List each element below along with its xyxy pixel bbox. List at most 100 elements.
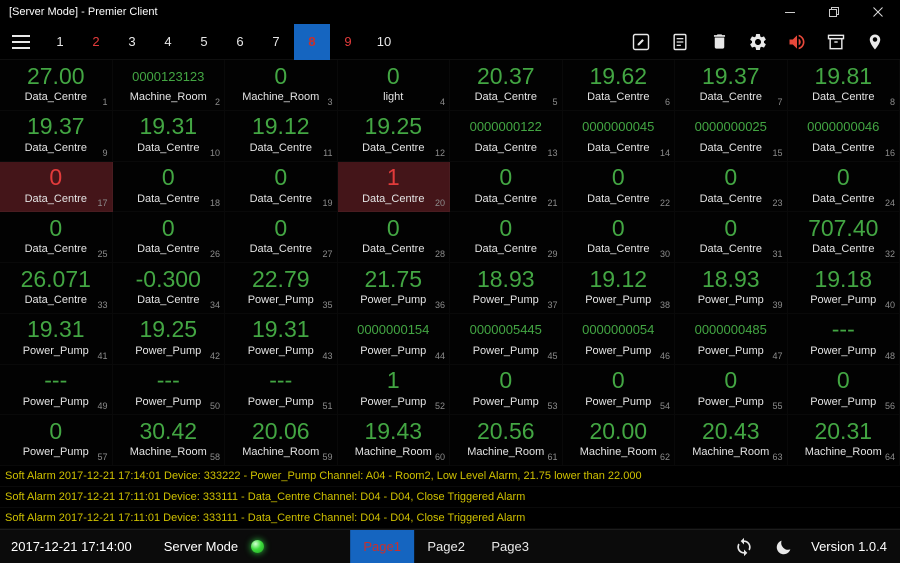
grid-cell-63[interactable]: 20.43 Machine_Room 63 — [675, 415, 788, 466]
grid-cell-13[interactable]: 0000000122 Data_Centre 13 — [450, 111, 563, 162]
grid-cell-40[interactable]: 19.18 Power_Pump 40 — [788, 263, 900, 314]
grid-cell-35[interactable]: 22.79 Power_Pump 35 — [225, 263, 338, 314]
cell-index: 25 — [97, 249, 108, 259]
grid-cell-18[interactable]: 0 Data_Centre 18 — [113, 162, 226, 213]
delete-button[interactable] — [708, 31, 730, 53]
grid-cell-19[interactable]: 0 Data_Centre 19 — [225, 162, 338, 213]
grid-cell-61[interactable]: 20.56 Machine_Room 61 — [450, 415, 563, 466]
grid-cell-2[interactable]: 0000123123 Machine_Room 2 — [113, 60, 226, 111]
grid-cell-1[interactable]: 27.00 Data_Centre 1 — [0, 60, 113, 111]
grid-cell-24[interactable]: 0 Data_Centre 24 — [788, 162, 900, 213]
tab-page1[interactable]: Page1 — [350, 530, 415, 563]
grid-cell-44[interactable]: 0000000154 Power_Pump 44 — [338, 314, 451, 365]
page-button-10[interactable]: 10 — [366, 24, 402, 60]
grid-cell-47[interactable]: 0000000485 Power_Pump 47 — [675, 314, 788, 365]
grid-cell-53[interactable]: 0 Power_Pump 53 — [450, 365, 563, 416]
grid-cell-33[interactable]: 26.071 Data_Centre 33 — [0, 263, 113, 314]
grid-cell-28[interactable]: 0 Data_Centre 28 — [338, 212, 451, 263]
cell-value: 0000000054 — [582, 322, 655, 338]
grid-cell-59[interactable]: 20.06 Machine_Room 59 — [225, 415, 338, 466]
grid-cell-54[interactable]: 0 Power_Pump 54 — [563, 365, 676, 416]
grid-cell-9[interactable]: 19.37 Data_Centre 9 — [0, 111, 113, 162]
page-button-7[interactable]: 7 — [258, 24, 294, 60]
menu-button[interactable] — [0, 24, 42, 60]
grid-cell-30[interactable]: 0 Data_Centre 30 — [563, 212, 676, 263]
grid-cell-10[interactable]: 19.31 Data_Centre 10 — [113, 111, 226, 162]
grid-cell-43[interactable]: 19.31 Power_Pump 43 — [225, 314, 338, 365]
grid-cell-23[interactable]: 0 Data_Centre 23 — [675, 162, 788, 213]
grid-cell-26[interactable]: 0 Data_Centre 26 — [113, 212, 226, 263]
grid-cell-3[interactable]: 0 Machine_Room 3 — [225, 60, 338, 111]
page-button-9[interactable]: 9 — [330, 24, 366, 60]
page-button-4[interactable]: 4 — [150, 24, 186, 60]
tab-page3[interactable]: Page3 — [478, 530, 542, 563]
grid-cell-37[interactable]: 18.93 Power_Pump 37 — [450, 263, 563, 314]
grid-cell-36[interactable]: 21.75 Power_Pump 36 — [338, 263, 451, 314]
cell-index: 18 — [209, 198, 220, 209]
page-button-1[interactable]: 1 — [42, 24, 78, 60]
page-button-3[interactable]: 3 — [114, 24, 150, 60]
grid-cell-17[interactable]: 0 Data_Centre 17 — [0, 161, 113, 213]
cell-value: 21.75 — [364, 265, 423, 292]
grid-cell-32[interactable]: 707.40 Data_Centre 32 — [788, 212, 900, 263]
grid-cell-31[interactable]: 0 Data_Centre 31 — [675, 212, 788, 263]
grid-cell-8[interactable]: 19.81 Data_Centre 8 — [788, 60, 900, 111]
cell-value: 19.43 — [364, 417, 423, 444]
grid-cell-49[interactable]: --- Power_Pump 49 — [0, 365, 113, 416]
night-mode-button[interactable] — [773, 536, 795, 558]
grid-cell-39[interactable]: 18.93 Power_Pump 39 — [675, 263, 788, 314]
tab-page2[interactable]: Page2 — [414, 530, 478, 563]
grid-cell-62[interactable]: 20.00 Machine_Room 62 — [563, 415, 676, 466]
grid-cell-4[interactable]: 0 light 4 — [338, 60, 451, 111]
grid-cell-25[interactable]: 0 Data_Centre 25 — [0, 212, 113, 263]
settings-button[interactable] — [747, 31, 769, 53]
grid-cell-60[interactable]: 19.43 Machine_Room 60 — [338, 415, 451, 466]
page-button-8[interactable]: 8 — [294, 23, 330, 60]
grid-cell-22[interactable]: 0 Data_Centre 22 — [563, 162, 676, 213]
grid-cell-6[interactable]: 19.62 Data_Centre 6 — [563, 60, 676, 111]
grid-cell-58[interactable]: 30.42 Machine_Room 58 — [113, 415, 226, 466]
grid-cell-29[interactable]: 0 Data_Centre 29 — [450, 212, 563, 263]
alarm-log-entry[interactable]: Soft Alarm 2017-12-21 17:14:01 Device: 3… — [0, 466, 900, 487]
grid-cell-11[interactable]: 19.12 Data_Centre 11 — [225, 111, 338, 162]
grid-cell-48[interactable]: --- Power_Pump 48 — [788, 314, 900, 365]
grid-cell-16[interactable]: 0000000046 Data_Centre 16 — [788, 111, 900, 162]
close-button[interactable] — [856, 0, 900, 24]
grid-cell-57[interactable]: 0 Power_Pump 57 — [0, 415, 113, 466]
cell-index: 4 — [439, 96, 445, 107]
grid-cell-15[interactable]: 0000000025 Data_Centre 15 — [675, 111, 788, 162]
alarm-sound-button[interactable] — [786, 31, 808, 53]
grid-cell-51[interactable]: --- Power_Pump 51 — [225, 365, 338, 416]
page-button-2[interactable]: 2 — [78, 24, 114, 60]
alarm-log-entry[interactable]: Soft Alarm 2017-12-21 17:11:01 Device: 3… — [0, 508, 900, 529]
report-button[interactable] — [669, 31, 691, 53]
edit-button[interactable] — [630, 31, 652, 53]
grid-cell-42[interactable]: 19.25 Power_Pump 42 — [113, 314, 226, 365]
page-button-6[interactable]: 6 — [222, 24, 258, 60]
cell-index: 36 — [434, 299, 445, 310]
grid-cell-50[interactable]: --- Power_Pump 50 — [113, 365, 226, 416]
grid-cell-45[interactable]: 0000005445 Power_Pump 45 — [450, 314, 563, 365]
minimize-button[interactable] — [768, 0, 812, 24]
clear-alarms-button[interactable] — [825, 31, 847, 53]
restore-button[interactable] — [812, 0, 856, 24]
page-button-5[interactable]: 5 — [186, 24, 222, 60]
grid-cell-27[interactable]: 0 Data_Centre 27 — [225, 212, 338, 263]
grid-cell-34[interactable]: -0.300 Data_Centre 34 — [113, 263, 226, 314]
grid-cell-20[interactable]: 1 Data_Centre 20 — [337, 161, 450, 213]
grid-cell-12[interactable]: 19.25 Data_Centre 12 — [338, 111, 451, 162]
sync-button[interactable] — [733, 536, 755, 558]
grid-cell-14[interactable]: 0000000045 Data_Centre 14 — [563, 111, 676, 162]
grid-cell-38[interactable]: 19.12 Power_Pump 38 — [563, 263, 676, 314]
grid-cell-41[interactable]: 19.31 Power_Pump 41 — [0, 314, 113, 365]
grid-cell-55[interactable]: 0 Power_Pump 55 — [675, 365, 788, 416]
alarm-log-entry[interactable]: Soft Alarm 2017-12-21 17:11:01 Device: 3… — [0, 487, 900, 508]
grid-cell-21[interactable]: 0 Data_Centre 21 — [450, 162, 563, 213]
grid-cell-56[interactable]: 0 Power_Pump 56 — [788, 365, 900, 416]
grid-cell-46[interactable]: 0000000054 Power_Pump 46 — [563, 314, 676, 365]
grid-cell-7[interactable]: 19.37 Data_Centre 7 — [675, 60, 788, 111]
grid-cell-64[interactable]: 20.31 Machine_Room 64 — [788, 415, 900, 466]
grid-cell-5[interactable]: 20.37 Data_Centre 5 — [450, 60, 563, 111]
location-button[interactable] — [864, 31, 886, 53]
grid-cell-52[interactable]: 1 Power_Pump 52 — [338, 365, 451, 416]
